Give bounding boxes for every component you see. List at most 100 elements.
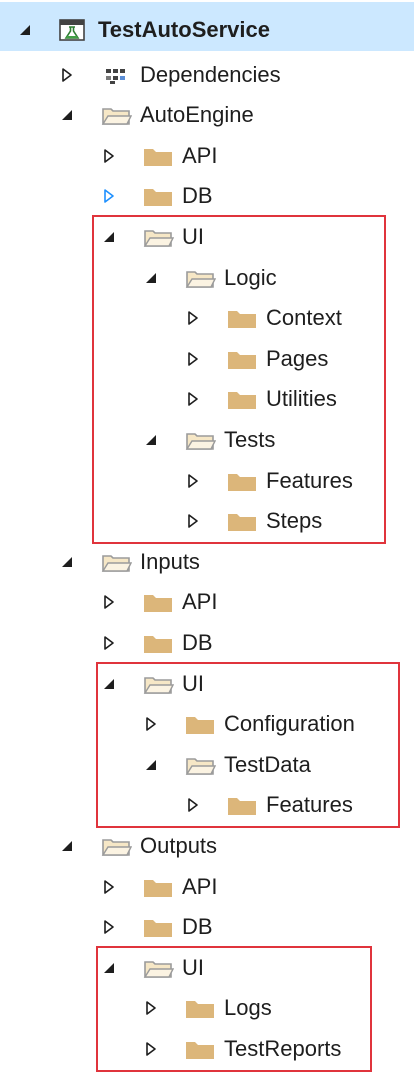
tree-node-dependencies[interactable]: Dependencies [0, 55, 414, 95]
tree-node-inputs[interactable]: Inputs [0, 542, 414, 582]
tree-node-ui[interactable]: UI [0, 948, 414, 988]
tree-node-api[interactable]: API [0, 136, 414, 176]
collapsed-arrow-icon[interactable] [144, 1000, 158, 1016]
tree-node-label: Tests [224, 427, 276, 452]
tree-node-label: DB [182, 630, 213, 655]
collapsed-arrow-icon[interactable] [60, 67, 74, 83]
tree-node-logic[interactable]: Logic [0, 258, 414, 298]
tree-node-features[interactable]: Features [0, 785, 414, 825]
tree-node-db[interactable]: DB [0, 907, 414, 947]
collapsed-arrow-icon[interactable] [144, 716, 158, 732]
tree-node-api[interactable]: API [0, 867, 414, 907]
tree-node-label: DB [182, 183, 213, 209]
tree-node-label: Features [266, 792, 353, 818]
folder-open-icon [142, 956, 174, 980]
tree-node-testreports[interactable]: TestReports [0, 1029, 414, 1069]
folder-icon [226, 306, 258, 330]
collapsed-arrow-icon[interactable] [186, 310, 200, 326]
tree-node-steps[interactable]: Steps [0, 501, 414, 541]
folder-icon [184, 996, 216, 1020]
collapsed-arrow-icon[interactable] [102, 919, 116, 935]
tree-node-label: Outputs [140, 833, 218, 858]
folder-icon [142, 184, 174, 208]
folder-open-icon [100, 834, 132, 858]
tree-node-label: Steps [266, 508, 323, 534]
folder-icon [142, 915, 174, 939]
folder-icon [184, 712, 216, 736]
expanded-arrow-icon[interactable] [144, 432, 158, 448]
expanded-arrow-icon[interactable] [102, 676, 116, 692]
expanded-arrow-icon[interactable] [60, 554, 74, 570]
tree-node-label: Context [266, 305, 342, 331]
tree-node-label: UI [182, 954, 204, 980]
folder-open-icon [184, 428, 216, 452]
tree-node-label: API [182, 142, 218, 168]
tree-node-label: TestReports [224, 1036, 342, 1061]
collapsed-arrow-icon[interactable] [102, 594, 116, 610]
tree-node-label: API [182, 873, 218, 899]
tree-node-testdata[interactable]: TestData [0, 745, 414, 785]
folder-icon [226, 469, 258, 493]
collapsed-arrow-icon[interactable] [186, 473, 200, 489]
tree-node-label: AutoEngine [140, 102, 254, 128]
expanded-arrow-icon[interactable] [102, 229, 116, 245]
tree-node-db[interactable]: DB [0, 176, 414, 216]
folder-icon [226, 387, 258, 411]
expanded-arrow-icon[interactable] [144, 270, 158, 286]
collapsed-arrow-icon[interactable] [102, 879, 116, 895]
tree-node-label: Pages [266, 345, 329, 371]
tree-node-label: Dependencies [140, 61, 281, 87]
tree-node-logs[interactable]: Logs [0, 988, 414, 1028]
tree-node-features[interactable]: Features [0, 461, 414, 501]
tree-node-label: DB [182, 914, 213, 940]
folder-icon [142, 144, 174, 168]
tree-node-label: Utilities [266, 386, 337, 412]
collapsed-arrow-icon[interactable] [102, 148, 116, 164]
collapsed-arrow-icon[interactable] [102, 635, 116, 651]
test-project-icon [58, 18, 90, 42]
collapsed-arrow-icon[interactable] [144, 1041, 158, 1057]
collapsed-arrow-icon[interactable] [186, 513, 200, 529]
tree-node-db[interactable]: DB [0, 623, 414, 663]
tree-node-pages[interactable]: Pages [0, 339, 414, 379]
tree-node-autoengine[interactable]: AutoEngine [0, 95, 414, 135]
dependencies-icon [100, 63, 132, 87]
tree-node-label: Features [266, 467, 353, 493]
expanded-arrow-icon[interactable] [18, 22, 32, 38]
tree-node-outputs[interactable]: Outputs [0, 826, 414, 866]
collapsed-arrow-icon[interactable] [186, 351, 200, 367]
folder-open-icon [100, 550, 132, 574]
tree-node-tests[interactable]: Tests [0, 420, 414, 460]
folder-open-icon [142, 672, 174, 696]
tree-node-label: Inputs [140, 548, 200, 574]
tree-node-label: API [182, 589, 218, 615]
folder-icon [142, 631, 174, 655]
folder-open-icon [142, 225, 174, 249]
tree-node-ui[interactable]: UI [0, 664, 414, 704]
tree-node-label: UI [182, 670, 204, 696]
collapsed-arrow-icon[interactable] [186, 797, 200, 813]
folder-icon [226, 793, 258, 817]
folder-icon [142, 590, 174, 614]
tree-node-api[interactable]: API [0, 582, 414, 622]
tree-node-ui[interactable]: UI [0, 217, 414, 257]
expanded-arrow-icon[interactable] [60, 107, 74, 123]
folder-icon [226, 509, 258, 533]
tree-node-configuration[interactable]: Configuration [0, 704, 414, 744]
expanded-arrow-icon[interactable] [144, 757, 158, 773]
tree-node-context[interactable]: Context [0, 298, 414, 338]
folder-open-icon [184, 753, 216, 777]
collapsed-arrow-icon[interactable] [186, 391, 200, 407]
tree-node-label: UI [182, 224, 204, 249]
tree-node-utilities[interactable]: Utilities [0, 379, 414, 419]
folder-icon [184, 1037, 216, 1061]
tree-node-label: Logs [224, 995, 272, 1021]
folder-icon [226, 347, 258, 371]
folder-open-icon [184, 266, 216, 290]
tree-node-testautoservice[interactable]: TestAutoService [0, 2, 414, 51]
expanded-arrow-icon[interactable] [60, 838, 74, 854]
folder-open-icon [100, 103, 132, 127]
tree-node-label: Logic [224, 264, 277, 290]
collapsed-arrow-icon[interactable] [102, 188, 116, 204]
expanded-arrow-icon[interactable] [102, 960, 116, 976]
